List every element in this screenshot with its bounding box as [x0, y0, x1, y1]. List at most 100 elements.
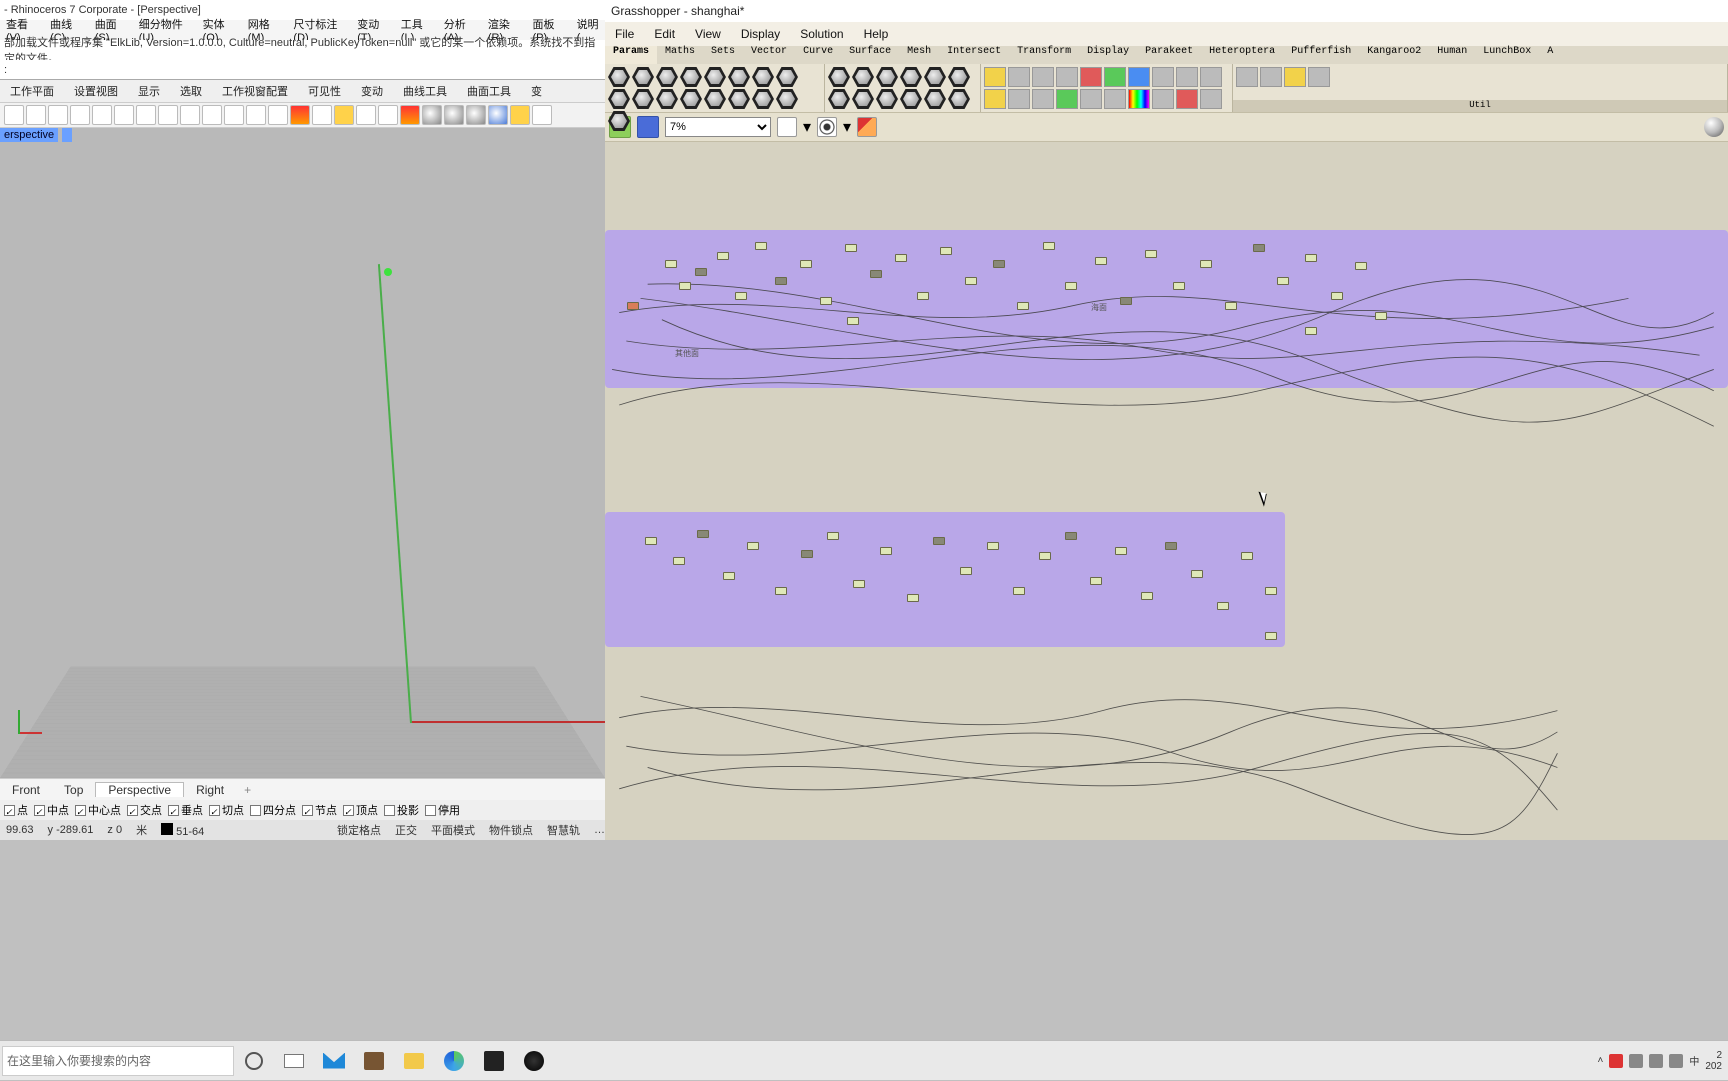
- gh-menu-edit[interactable]: Edit: [644, 27, 685, 41]
- viewtab-add[interactable]: +: [236, 783, 259, 797]
- tab-crvtools[interactable]: 曲线工具: [393, 83, 457, 99]
- gh-component[interactable]: [1217, 602, 1229, 610]
- viewtab-right[interactable]: Right: [184, 783, 236, 797]
- status-ortho[interactable]: 正交: [395, 822, 417, 838]
- tool-earth-icon[interactable]: [488, 105, 508, 125]
- param-curve-icon[interactable]: [632, 67, 654, 87]
- param-geo5-icon[interactable]: [728, 89, 750, 109]
- input-calendar-icon[interactable]: [1176, 67, 1198, 87]
- param-geo1-icon[interactable]: [632, 89, 654, 109]
- cat-lunchbox[interactable]: LunchBox: [1475, 46, 1539, 64]
- param-geo2-icon[interactable]: [656, 89, 678, 109]
- osnap-vertex[interactable]: 顶点: [343, 802, 378, 818]
- gh-component[interactable]: [1331, 292, 1343, 300]
- gh-component[interactable]: [1039, 552, 1051, 560]
- input-i2-icon[interactable]: [1008, 89, 1030, 109]
- gh-menu-solution[interactable]: Solution: [790, 27, 853, 41]
- gh-component[interactable]: [735, 292, 747, 300]
- gh-component[interactable]: [847, 317, 859, 325]
- save-file-icon[interactable]: [637, 116, 659, 138]
- status-gridsnap[interactable]: 锁定格点: [337, 822, 381, 838]
- cat-params[interactable]: Params: [605, 46, 657, 64]
- gh-component[interactable]: [775, 277, 787, 285]
- param-circle-icon[interactable]: [656, 67, 678, 87]
- input-clock-icon[interactable]: [1200, 67, 1222, 87]
- tool-sphere2-icon[interactable]: [444, 105, 464, 125]
- rhino-viewport[interactable]: erspective: [0, 128, 605, 778]
- gh-profile-icon[interactable]: [1704, 117, 1724, 137]
- status-more[interactable]: …: [594, 824, 605, 836]
- gh-component[interactable]: [673, 557, 685, 565]
- tab-display[interactable]: 显示: [128, 83, 170, 99]
- windows-taskbar[interactable]: 在这里输入你要搜索的内容 ˄ 中 2 202: [0, 1040, 1728, 1080]
- osnap-end[interactable]: 点: [4, 802, 28, 818]
- input-i8-icon[interactable]: [1176, 89, 1198, 109]
- viewtab-perspective[interactable]: Perspective: [95, 782, 184, 797]
- input-panel-icon[interactable]: [984, 67, 1006, 87]
- tool-copy-icon[interactable]: [70, 105, 90, 125]
- tab-cplane[interactable]: 工作平面: [0, 83, 64, 99]
- taskview-icon[interactable]: [274, 1041, 314, 1081]
- tool-layers-icon[interactable]: [378, 105, 398, 125]
- tool-lock-icon[interactable]: [356, 105, 376, 125]
- gh-component[interactable]: [679, 282, 691, 290]
- param-prim5-icon[interactable]: [924, 89, 946, 109]
- gh-component[interactable]: [695, 268, 707, 276]
- rhino-app-icon[interactable]: [474, 1041, 514, 1081]
- gh-component[interactable]: [993, 260, 1005, 268]
- cat-maths[interactable]: Maths: [657, 46, 703, 64]
- param-text-icon[interactable]: [900, 67, 922, 87]
- osnap-mid[interactable]: 中点: [34, 802, 69, 818]
- param-line-icon[interactable]: [680, 67, 702, 87]
- input-i7-icon[interactable]: [1152, 89, 1174, 109]
- gh-component[interactable]: [1173, 282, 1185, 290]
- tool-sphere1-icon[interactable]: [422, 105, 442, 125]
- tool-render-icon[interactable]: [290, 105, 310, 125]
- rhino-osnap-bar[interactable]: 点 中点 中心点 交点 垂点 切点 四分点 节点 顶点 投影 停用: [0, 800, 605, 820]
- tool-zoomsel-icon[interactable]: [224, 105, 244, 125]
- gh-component[interactable]: [775, 587, 787, 595]
- gh-component[interactable]: [827, 532, 839, 540]
- param-surface-icon[interactable]: [752, 67, 774, 87]
- gh-component[interactable]: [1017, 302, 1029, 310]
- gh-component[interactable]: [717, 252, 729, 260]
- viewtab-front[interactable]: Front: [0, 783, 52, 797]
- input-i9-icon[interactable]: [1200, 89, 1222, 109]
- tab-xform2[interactable]: 变: [521, 83, 552, 99]
- util-3-icon[interactable]: [1284, 67, 1306, 87]
- tool-paste-icon[interactable]: [92, 105, 112, 125]
- gh-menu-display[interactable]: Display: [731, 27, 790, 41]
- edge-app-icon[interactable]: [434, 1041, 474, 1081]
- gh-component[interactable]: [723, 572, 735, 580]
- tab-vpconfig[interactable]: 工作视窗配置: [212, 83, 298, 99]
- cat-parakeet[interactable]: Parakeet: [1137, 46, 1201, 64]
- gh-component[interactable]: [1013, 587, 1025, 595]
- cat-intersect[interactable]: Intersect: [939, 46, 1009, 64]
- param-mesh-icon[interactable]: [608, 89, 630, 109]
- gh-component[interactable]: [645, 537, 657, 545]
- tab-vis[interactable]: 可见性: [298, 83, 351, 99]
- gh-component[interactable]: [1090, 577, 1102, 585]
- tray-ime[interactable]: 中: [1689, 1053, 1699, 1068]
- gh-component[interactable]: [1225, 302, 1237, 310]
- gh-component[interactable]: [665, 260, 677, 268]
- cat-vector[interactable]: Vector: [743, 46, 795, 64]
- osnap-tan[interactable]: 切点: [209, 802, 244, 818]
- gh-component[interactable]: [1305, 327, 1317, 335]
- param-prim2-icon[interactable]: [852, 89, 874, 109]
- tool-cut-icon[interactable]: [48, 105, 68, 125]
- osnap-disable[interactable]: 停用: [425, 802, 460, 818]
- cat-heteroptera[interactable]: Heteroptera: [1201, 46, 1283, 64]
- gh-component[interactable]: [1200, 260, 1212, 268]
- gh-component[interactable]: [800, 260, 812, 268]
- input-i6-icon[interactable]: [1104, 89, 1126, 109]
- tool-zoomext-icon[interactable]: [246, 105, 266, 125]
- tab-setview[interactable]: 设置视图: [64, 83, 128, 99]
- tool-rotate-icon[interactable]: [180, 105, 200, 125]
- gh-component[interactable]: [747, 542, 759, 550]
- gh-menu-file[interactable]: File: [605, 27, 644, 41]
- tool-new-icon[interactable]: [4, 105, 24, 125]
- gh-component[interactable]: [1043, 242, 1055, 250]
- param-prim6-icon[interactable]: [948, 89, 970, 109]
- tool-zoom-icon[interactable]: [202, 105, 222, 125]
